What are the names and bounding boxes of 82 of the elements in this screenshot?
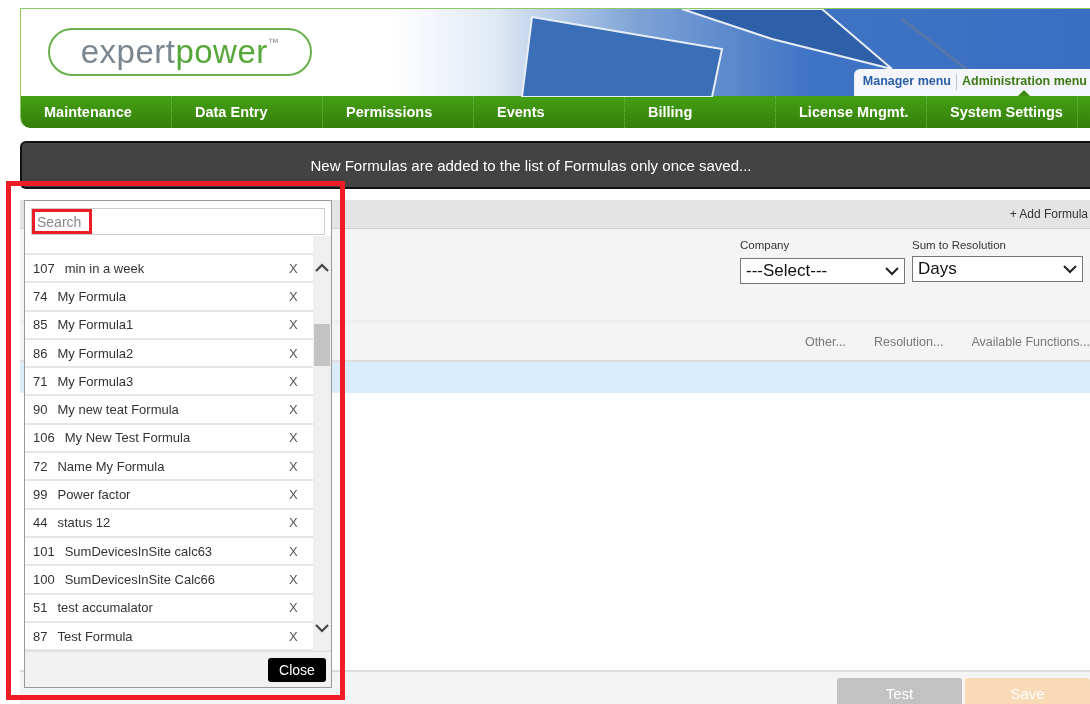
- remove-button[interactable]: X: [289, 345, 313, 361]
- formula-id: 100: [33, 571, 55, 587]
- formula-id: 87: [33, 628, 48, 644]
- formula-list-item[interactable]: 51 test accumalator X: [25, 594, 313, 623]
- close-button[interactable]: Close: [268, 657, 326, 682]
- formula-list-item[interactable]: 86 My Formula2 X: [25, 339, 313, 369]
- formula-id: 72: [33, 458, 48, 474]
- formula-list-item[interactable]: 100 SumDevicesInSite Calc66 X: [25, 566, 313, 595]
- formula-list-item[interactable]: 72 Name My Formula X: [25, 453, 313, 482]
- formula-list-item[interactable]: 99 Power factor X: [25, 481, 313, 510]
- formula-id: 106: [33, 430, 55, 446]
- formula-id: 99: [33, 487, 48, 502]
- formula-list-item[interactable]: 90 My new teat Formula X: [25, 396, 313, 425]
- dropdown[interactable]: Days: [912, 256, 1083, 282]
- nav-item[interactable]: Permissions: [323, 96, 474, 128]
- remove-button[interactable]: X: [289, 402, 313, 418]
- remove-button[interactable]: X: [289, 515, 313, 531]
- formula-name: Test Formula: [57, 628, 134, 644]
- add-formula-link[interactable]: + Add Formula: [1009, 207, 1088, 221]
- formula-name: SumDevicesInSite Calc66: [64, 571, 216, 587]
- menu-link[interactable]: Resolution...: [873, 334, 944, 349]
- formula-id: 107: [33, 260, 55, 276]
- nav-item[interactable]: System Settings: [927, 96, 1078, 128]
- formula-list-item[interactable]: 85 My Formula1 X: [25, 311, 313, 340]
- remove-button[interactable]: X: [289, 628, 313, 644]
- formula-id: 51: [33, 600, 48, 616]
- formula-name: My Formula3: [57, 373, 135, 389]
- nav-item[interactable]: License Mngmt.: [776, 96, 927, 128]
- menu-link[interactable]: Other...: [804, 334, 846, 349]
- formula-id: 101: [33, 543, 55, 559]
- nav-item[interactable]: Maintenance: [21, 96, 172, 128]
- remove-button[interactable]: X: [289, 317, 313, 333]
- scroll-down-icon[interactable]: [315, 624, 329, 633]
- scrollbar[interactable]: [313, 236, 331, 651]
- formula-name: SumDevicesInSite calc63: [64, 543, 214, 559]
- nav-item[interactable]: Events: [474, 96, 625, 128]
- chevron-down-icon: [885, 266, 899, 276]
- formula-name: My Formula2: [57, 345, 135, 361]
- scroll-up-icon[interactable]: [315, 263, 329, 272]
- nav-item[interactable]: Billing: [625, 96, 776, 128]
- formula-id: 74: [33, 288, 48, 304]
- formula-name: My New Test Formula: [64, 430, 192, 446]
- formula-list-item[interactable]: 71 My Formula3 X: [25, 368, 313, 397]
- notice-text: New Formulas are added to the list of Formulas only once saved...: [310, 156, 752, 174]
- formula-id: 90: [33, 402, 48, 418]
- remove-button[interactable]: X: [289, 260, 313, 276]
- dropdown[interactable]: ---Select---: [740, 258, 905, 284]
- search-field[interactable]: Search: [31, 208, 325, 235]
- chevron-down-icon: [1063, 264, 1077, 274]
- formula-name: test accumalator: [57, 600, 154, 616]
- menu-tab[interactable]: Administration menu: [962, 74, 1087, 96]
- formula-name: My Formula: [57, 288, 128, 304]
- remove-button[interactable]: X: [289, 487, 313, 502]
- remove-button[interactable]: X: [289, 288, 313, 304]
- formula-name: min in a week: [64, 260, 146, 276]
- filter-label: Company: [740, 239, 791, 251]
- scrollbar-thumb[interactable]: [314, 324, 330, 366]
- remove-button[interactable]: X: [289, 543, 313, 559]
- formula-list-item[interactable]: 74 My Formula X: [25, 283, 313, 312]
- filter-label: Sum to Resolution: [912, 239, 1007, 251]
- nav-item[interactable]: Data Entry: [172, 96, 323, 128]
- menu-tab[interactable]: Manager menu: [862, 74, 951, 96]
- formula-list-item[interactable]: 106 My New Test Formula X: [25, 424, 313, 454]
- formula-name: My new teat Formula: [57, 402, 180, 418]
- remove-button[interactable]: X: [289, 373, 313, 389]
- formula-id: 44: [33, 515, 48, 531]
- logo: expertpower$^{™}$: [48, 28, 312, 76]
- formula-name: Power factor: [57, 487, 132, 502]
- formula-id: 86: [33, 345, 48, 361]
- remove-button[interactable]: X: [289, 458, 313, 474]
- formula-name: Name My Formula: [57, 458, 166, 474]
- formula-list-item[interactable]: 101 SumDevicesInSite calc63 X: [25, 537, 313, 567]
- formula-id: 85: [33, 317, 48, 333]
- formula-id: 71: [33, 373, 48, 389]
- remove-button[interactable]: X: [289, 571, 313, 587]
- formula-list-item[interactable]: 44 status 12 X: [25, 509, 313, 538]
- remove-button[interactable]: X: [289, 600, 313, 616]
- formula-name: status 12: [57, 515, 112, 531]
- formula-list-item[interactable]: 107 min in a week X: [25, 255, 313, 284]
- remove-button[interactable]: X: [289, 430, 313, 446]
- formula-name: My Formula1: [57, 317, 135, 333]
- menu-link[interactable]: Available Functions...: [971, 334, 1090, 349]
